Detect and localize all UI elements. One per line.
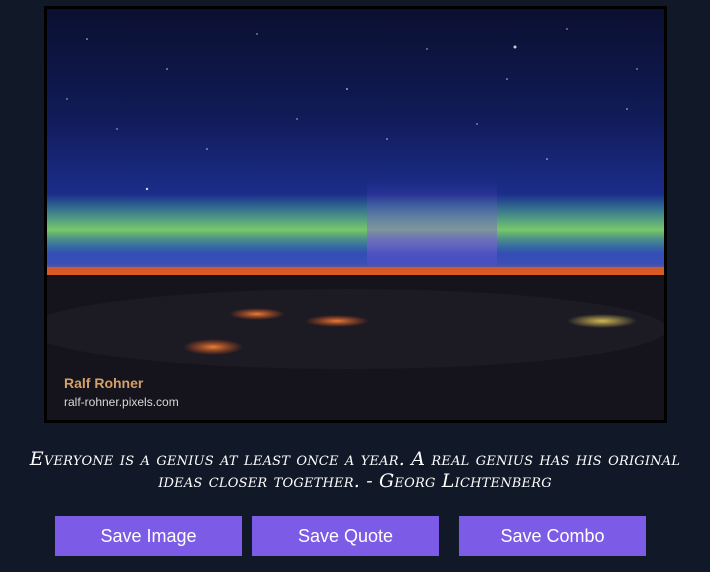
photo-credit-url: ralf-rohner.pixels.com [64,395,179,409]
aurora-image-frame: Ralf Rohner ralf-rohner.pixels.com [44,6,667,423]
save-quote-button[interactable]: Save Quote [252,516,439,556]
aurora-photo [47,9,664,420]
photo-credit-name: Ralf Rohner [64,375,144,391]
page: Ralf Rohner ralf-rohner.pixels.com Every… [0,0,710,572]
save-image-button[interactable]: Save Image [55,516,242,556]
quote-text: Everyone is a genius at least once a yea… [29,448,681,492]
save-combo-button[interactable]: Save Combo [459,516,646,556]
